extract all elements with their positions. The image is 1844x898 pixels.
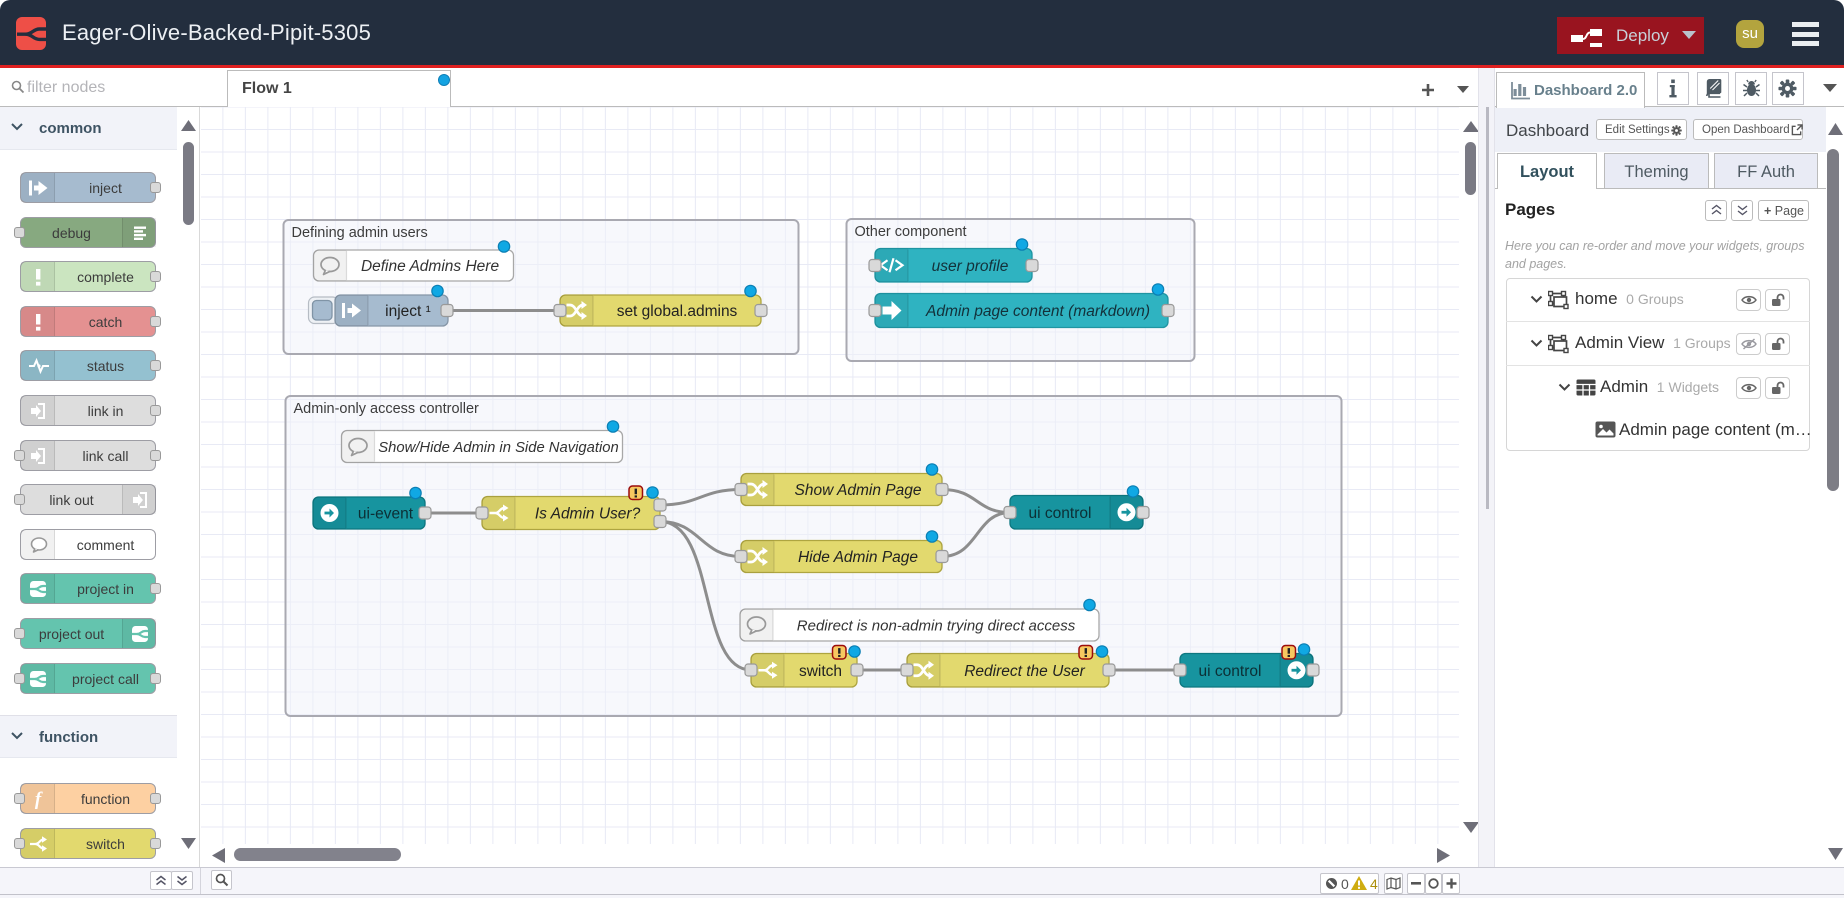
- svg-text:Defining admin users: Defining admin users: [292, 225, 428, 241]
- svg-text:Show/Hide Admin in Side Naviga: Show/Hide Admin in Side Navigation: [378, 440, 618, 456]
- svg-text:Redirect the User: Redirect the User: [964, 663, 1085, 680]
- svg-text:f: f: [35, 789, 43, 810]
- svg-text:Define Admins Here: Define Admins Here: [361, 258, 500, 275]
- svg-text:Admin page content (markdown): Admin page content (markdown): [925, 303, 1150, 320]
- svg-text:Show Admin Page: Show Admin Page: [795, 482, 922, 499]
- svg-text:switch: switch: [799, 663, 842, 680]
- svg-text:set global.admins: set global.admins: [617, 303, 738, 320]
- svg-text:user profile: user profile: [932, 258, 1009, 275]
- svg-text:Admin-only access controller: Admin-only access controller: [294, 401, 480, 417]
- svg-text:Other component: Other component: [855, 224, 967, 240]
- svg-text:Redirect is non-admin trying d: Redirect is non-admin trying direct acce…: [797, 618, 1076, 635]
- svg-text:ui control: ui control: [1029, 505, 1092, 522]
- svg-text:Hide Admin Page: Hide Admin Page: [798, 549, 918, 566]
- svg-text:ui control: ui control: [1199, 663, 1262, 680]
- svg-text:inject ¹: inject ¹: [385, 303, 431, 320]
- svg-text:Is Admin User?: Is Admin User?: [535, 506, 641, 523]
- svg-text:ui-event: ui-event: [358, 506, 414, 523]
